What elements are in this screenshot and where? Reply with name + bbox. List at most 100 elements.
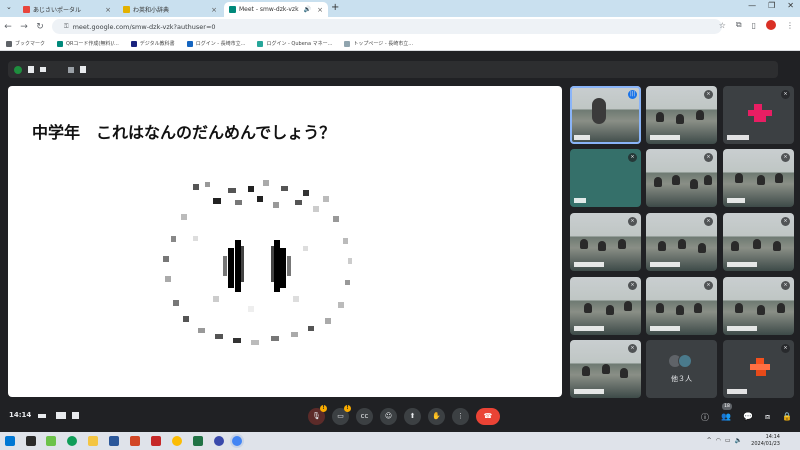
participant-tile[interactable]: ⨯ <box>646 86 717 144</box>
chat-icon[interactable]: 💬 <box>743 412 753 423</box>
taskbar-app-icon[interactable] <box>214 436 224 446</box>
present-screen-button[interactable]: ⬆ <box>404 408 421 425</box>
tab-dictionary[interactable]: わ英和小辞典 × <box>118 2 222 17</box>
taskbar-app-icon[interactable] <box>46 436 56 446</box>
redacted-block <box>80 66 86 73</box>
browser-toolbar: ← → ↻ ⚿ meet.google.com/smw-dzk-vzk?auth… <box>0 17 800 37</box>
file-explorer-icon[interactable] <box>88 436 98 446</box>
participant-name <box>727 135 749 140</box>
bookmark-star-icon[interactable]: ☆ <box>719 21 726 30</box>
tab-favicon-icon <box>23 6 30 13</box>
others-tile[interactable]: 他３人 <box>646 340 717 398</box>
camera-toggle-button[interactable]: ▭! <box>332 405 351 425</box>
site-info-icon[interactable]: ⚿ <box>64 23 69 31</box>
address-bar[interactable]: ⚿ meet.google.com/smw-dzk-vzk?authuser=0 <box>52 19 722 34</box>
participant-tile[interactable]: ⨯ <box>646 277 717 335</box>
profile-avatar[interactable] <box>766 20 776 30</box>
edge-icon[interactable] <box>67 436 77 446</box>
bookmark-favicon-icon <box>130 40 137 47</box>
new-tab-icon[interactable]: + <box>331 2 339 13</box>
mic-muted-icon: ⨯ <box>781 217 790 226</box>
minimize-icon[interactable]: — <box>748 1 756 10</box>
mic-muted-icon: ⨯ <box>628 344 637 353</box>
bookmarks-bar: ブックマーク QRコード作成(無料)/... デジタル教科書 ログイン - 長崎… <box>0 37 800 51</box>
chrome-active-icon[interactable] <box>232 436 242 446</box>
bookmark-item[interactable]: ログイン - Qubena マネー... <box>257 40 332 47</box>
chrome-icon[interactable] <box>172 436 182 446</box>
participant-name <box>650 326 680 331</box>
meeting-code-redacted <box>56 412 66 419</box>
participant-tile[interactable]: ⨯ <box>646 149 717 207</box>
forward-icon[interactable]: → <box>16 22 32 32</box>
side-panel-icon[interactable]: ▯ <box>752 21 756 30</box>
mic-muted-icon: ⨯ <box>704 153 713 162</box>
warning-icon: ! <box>320 405 327 412</box>
host-controls-icon[interactable]: 🔒 <box>782 412 792 423</box>
battery-icon[interactable]: ▭ <box>725 437 731 444</box>
taskbar-clock[interactable]: 14:14 2024/01/23 <box>751 434 780 448</box>
participant-tile[interactable]: ⨯ <box>723 213 794 271</box>
restore-icon[interactable]: ❐ <box>768 1 775 10</box>
mic-toggle-button[interactable]: 🎙! <box>308 405 327 425</box>
volume-icon[interactable]: 🔈 <box>735 437 742 444</box>
bookmark-item[interactable]: デジタル教科書 <box>130 40 175 47</box>
close-window-icon[interactable]: ✕ <box>787 1 794 10</box>
tab-search-icon[interactable]: ⌄ <box>6 3 16 13</box>
extensions-icon[interactable]: ⧉ <box>736 20 742 30</box>
close-tab-icon[interactable]: × <box>317 6 323 14</box>
speaking-indicator-icon: ||| <box>628 90 637 99</box>
bookmark-item[interactable]: トップページ - 長崎市立... <box>344 40 413 47</box>
bookmark-item[interactable]: ブックマーク <box>6 40 45 47</box>
participant-tile[interactable]: ⨯ <box>646 213 717 271</box>
word-icon[interactable] <box>109 436 119 446</box>
activities-icon[interactable]: ⧈ <box>765 412 770 423</box>
close-tab-icon[interactable]: × <box>211 6 217 14</box>
close-tab-icon[interactable]: × <box>105 6 111 14</box>
participant-tile[interactable]: ⨯ <box>723 340 794 398</box>
leave-call-button[interactable]: ☎ <box>476 408 500 425</box>
participant-name <box>574 389 604 394</box>
meet-control-bar: 14:14 🎙! ▭! cc ☺ ⬆ ✋ ⋮ ☎ ⓘ 👥 💬 ⧈ 🔒 <box>0 402 800 432</box>
participant-tile[interactable]: ⨯ <box>570 213 641 271</box>
captions-button[interactable]: cc <box>356 408 373 425</box>
participant-name <box>574 135 590 140</box>
meeting-time: 14:14 <box>9 411 32 419</box>
tab-ajisai-portal[interactable]: あじさいポータル × <box>18 2 116 17</box>
emoji-reaction-button[interactable]: ☺ <box>380 408 397 425</box>
taskbar-app-icon[interactable] <box>151 436 161 446</box>
participant-tile[interactable]: ⨯ <box>723 86 794 144</box>
bookmark-label: ブックマーク <box>15 41 46 47</box>
taskbar-app-icon[interactable] <box>26 436 36 446</box>
people-icon[interactable]: 👥 <box>721 412 731 423</box>
shared-screen: 中学年 これはなんのだんめんでしょう？ <box>8 86 562 397</box>
tab-meet[interactable]: Meet - smw-dzk-vzk 🔊 × <box>224 2 328 17</box>
meeting-info-icon[interactable]: ⓘ <box>701 412 709 423</box>
bookmark-favicon-icon <box>186 40 193 47</box>
mic-muted-icon: ⨯ <box>781 344 790 353</box>
reload-icon[interactable]: ↻ <box>32 22 48 32</box>
excel-icon[interactable] <box>193 436 203 446</box>
bookmark-item[interactable]: ログイン - 長崎市立... <box>186 40 245 47</box>
participant-tile[interactable]: ⨯ <box>570 340 641 398</box>
audio-playing-icon[interactable]: 🔊 <box>304 6 311 13</box>
participant-tile[interactable]: ||| <box>570 86 641 144</box>
tray-chevron-icon[interactable]: ^ <box>707 437 712 444</box>
start-icon[interactable] <box>5 436 15 446</box>
participant-name <box>574 326 604 331</box>
participant-tile[interactable]: ⨯ <box>570 149 641 207</box>
back-icon[interactable]: ← <box>0 22 16 32</box>
wifi-icon[interactable]: ◠ <box>716 437 721 444</box>
participant-tile[interactable]: ⨯ <box>723 149 794 207</box>
participant-name <box>727 198 745 203</box>
participant-tile[interactable]: ⨯ <box>723 277 794 335</box>
powerpoint-icon[interactable] <box>130 436 140 446</box>
main-controls: 🎙! ▭! cc ☺ ⬆ ✋ ⋮ ☎ <box>308 405 500 425</box>
mic-muted-icon: ⨯ <box>704 90 713 99</box>
menu-icon[interactable]: ⋮ <box>786 21 794 30</box>
participant-tile[interactable]: ⨯ <box>570 277 641 335</box>
warning-icon: ! <box>344 405 351 412</box>
mic-muted-icon: ⨯ <box>781 90 790 99</box>
bookmark-item[interactable]: QRコード作成(無料)/... <box>57 40 119 47</box>
raise-hand-button[interactable]: ✋ <box>428 408 445 425</box>
more-options-button[interactable]: ⋮ <box>452 408 469 425</box>
